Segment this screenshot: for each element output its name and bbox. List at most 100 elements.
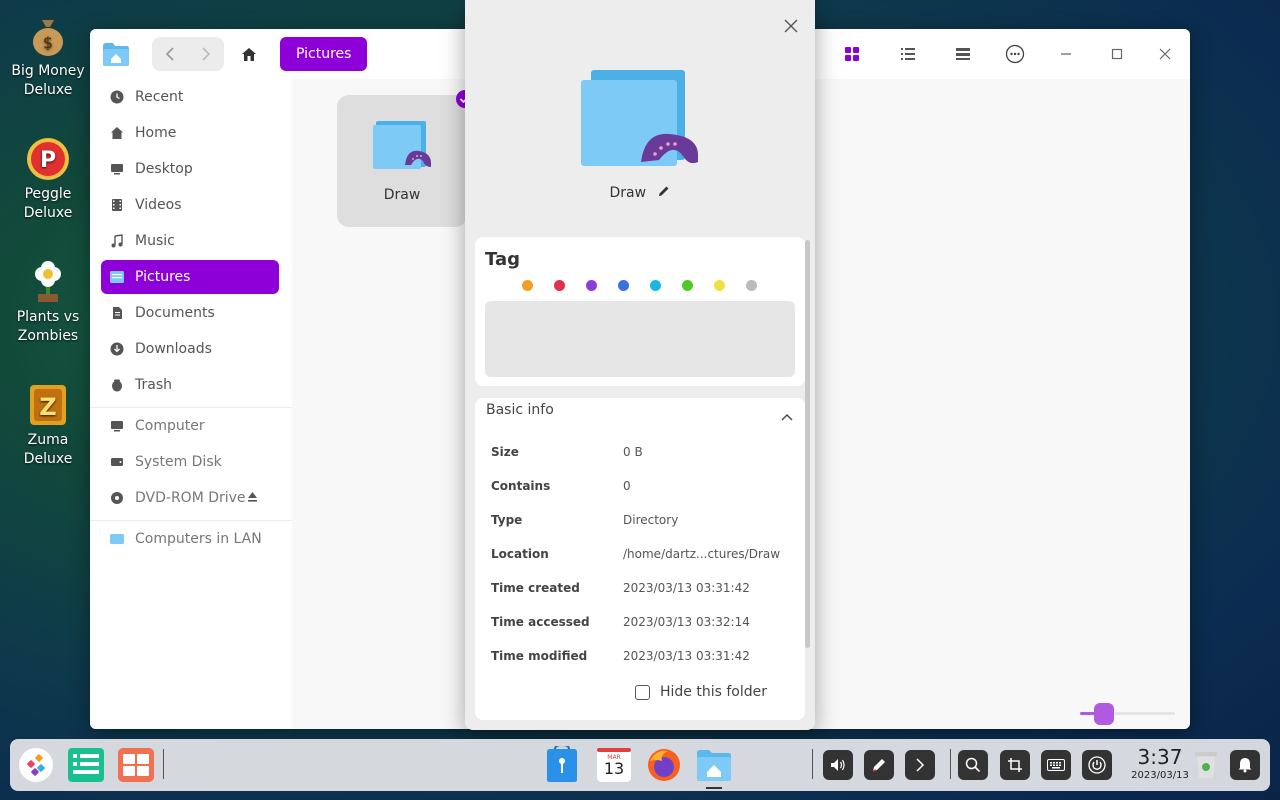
sidebar-divider <box>90 520 292 521</box>
icon-view-button[interactable] <box>839 41 865 67</box>
sidebar-item-downloads[interactable]: Downloads <box>101 332 279 366</box>
svg-text:Z: Z <box>39 393 56 421</box>
detail-view-icon <box>956 48 970 60</box>
info-row-contains: Contains 0 <box>491 479 791 493</box>
sidebar-item-desktop[interactable]: Desktop <box>101 152 279 186</box>
launcher-icon <box>19 748 53 782</box>
basic-info-title: Basic info <box>486 402 554 418</box>
info-key: Size <box>491 445 519 459</box>
sidebar-item-label: Pictures <box>135 269 191 285</box>
tag-color-yellow[interactable] <box>714 280 725 291</box>
collapse-chevron-up-icon[interactable] <box>781 406 793 425</box>
maximize-button[interactable] <box>1104 41 1130 67</box>
desktop-icon-zuma-deluxe[interactable]: Z Zuma Deluxe <box>4 383 92 469</box>
chevron-left-icon <box>165 47 174 61</box>
tag-input-area[interactable] <box>485 301 795 377</box>
zoom-slider-handle[interactable] <box>1094 703 1114 725</box>
more-options-button[interactable] <box>1002 41 1028 67</box>
screenshot-icon <box>1008 758 1022 772</box>
list-view-button[interactable] <box>895 41 921 67</box>
maximize-icon <box>1111 48 1123 60</box>
sidebar-item-label: Downloads <box>135 341 212 357</box>
eject-icon[interactable] <box>247 491 258 507</box>
minimize-icon <box>1061 53 1071 55</box>
info-key: Location <box>491 547 549 561</box>
sidebar-item-label: Trash <box>135 377 172 393</box>
sidebar-item-videos[interactable]: Videos <box>101 188 279 222</box>
home-button[interactable] <box>232 37 266 71</box>
desktop-icon-label: Plants vs <box>16 309 80 325</box>
taskbar: MAR 13 3:37 2023/03/13 <box>10 739 1270 791</box>
multitask-icon <box>68 748 104 782</box>
tag-color-cyan[interactable] <box>650 280 661 291</box>
info-value: 2023/03/13 03:31:42 <box>623 581 750 595</box>
info-value: 2023/03/13 03:31:42 <box>623 649 750 663</box>
tag-color-blue[interactable] <box>618 280 629 291</box>
desktop-icon-label: Zuma <box>27 432 69 448</box>
folder-item-draw[interactable]: Draw <box>337 95 467 227</box>
breadcrumb-pictures[interactable]: Pictures <box>280 37 368 71</box>
desktop-icon-plants-vs-zombies[interactable]: Plants vs Zombies <box>4 260 92 346</box>
sidebar-item-system-disk[interactable]: System Disk <box>101 445 279 479</box>
sidebar-item-music[interactable]: Music <box>101 224 279 258</box>
tag-color-orange[interactable] <box>522 280 533 291</box>
dialog-scrollbar[interactable] <box>805 240 810 648</box>
power-icon <box>1088 756 1106 774</box>
launcher-button[interactable] <box>16 745 56 785</box>
basic-info-card: Basic info Size 0 B Contains 0 Type Dire… <box>475 398 805 720</box>
sidebar-item-computer[interactable]: Computer <box>101 409 279 443</box>
sidebar-item-label: Desktop <box>135 161 193 177</box>
tag-color-gray[interactable] <box>746 280 757 291</box>
info-key: Time created <box>491 581 580 595</box>
close-button[interactable] <box>1152 41 1178 67</box>
trash-bin-button[interactable] <box>1186 745 1226 785</box>
hide-folder-checkbox[interactable]: Hide this folder <box>635 684 815 700</box>
multitask-view-button[interactable] <box>66 745 106 785</box>
peggle-icon: P <box>26 137 70 181</box>
checkbox-box[interactable] <box>635 684 650 700</box>
tag-color-red[interactable] <box>554 280 565 291</box>
plant-flower-icon <box>26 260 70 304</box>
film-icon <box>109 197 125 213</box>
sidebar-item-trash[interactable]: Trash <box>101 368 279 402</box>
file-manager-icon <box>697 750 731 781</box>
workspace-button[interactable] <box>116 745 156 785</box>
sidebar-item-label: Recent <box>135 89 184 105</box>
screenshot-button[interactable] <box>1000 750 1030 780</box>
sidebar-item-home[interactable]: Home <box>101 116 279 150</box>
power-button[interactable] <box>1082 750 1112 780</box>
file-manager-button[interactable] <box>694 745 734 785</box>
keyboard-button[interactable] <box>1041 750 1071 780</box>
search-button[interactable] <box>958 750 988 780</box>
expand-tray-button[interactable] <box>905 750 935 780</box>
info-key: Type <box>491 513 523 527</box>
calendar-button[interactable]: MAR 13 <box>594 745 634 785</box>
zoom-slider[interactable] <box>1080 703 1175 725</box>
notifications-button[interactable] <box>1230 750 1260 780</box>
desktop-icon-label: Deluxe <box>23 82 73 98</box>
back-button[interactable] <box>152 37 188 71</box>
sidebar-item-label: Computers in LAN <box>135 531 262 547</box>
home-icon <box>109 125 125 141</box>
dialog-close-button[interactable] <box>779 14 803 38</box>
sidebar-item-recent[interactable]: Recent <box>101 80 279 114</box>
detail-view-button[interactable] <box>950 41 976 67</box>
pen-tool-button[interactable] <box>864 750 894 780</box>
info-value: 0 <box>623 479 631 493</box>
desktop-icon-big-money-deluxe[interactable]: $ Big Money Deluxe <box>4 14 92 100</box>
sidebar-item-computers-in-lan[interactable]: Computers in LAN <box>101 522 279 556</box>
sidebar-item-documents[interactable]: Documents <box>101 296 279 330</box>
sidebar-item-dvd-rom-drive[interactable]: DVD-ROM Drive <box>101 481 279 515</box>
rename-pencil-icon[interactable] <box>657 184 671 202</box>
desktop-icon-peggle-deluxe[interactable]: P Peggle Deluxe <box>4 137 92 223</box>
forward-button[interactable] <box>188 37 224 71</box>
sidebar-item-pictures[interactable]: Pictures <box>101 260 279 294</box>
tag-card: Tag <box>475 237 805 386</box>
tag-color-green[interactable] <box>682 280 693 291</box>
firefox-button[interactable] <box>644 745 684 785</box>
minimize-button[interactable] <box>1053 41 1079 67</box>
active-indicator <box>706 787 722 789</box>
volume-button[interactable] <box>823 750 853 780</box>
app-store-button[interactable] <box>542 745 582 785</box>
tag-color-purple[interactable] <box>586 280 597 291</box>
